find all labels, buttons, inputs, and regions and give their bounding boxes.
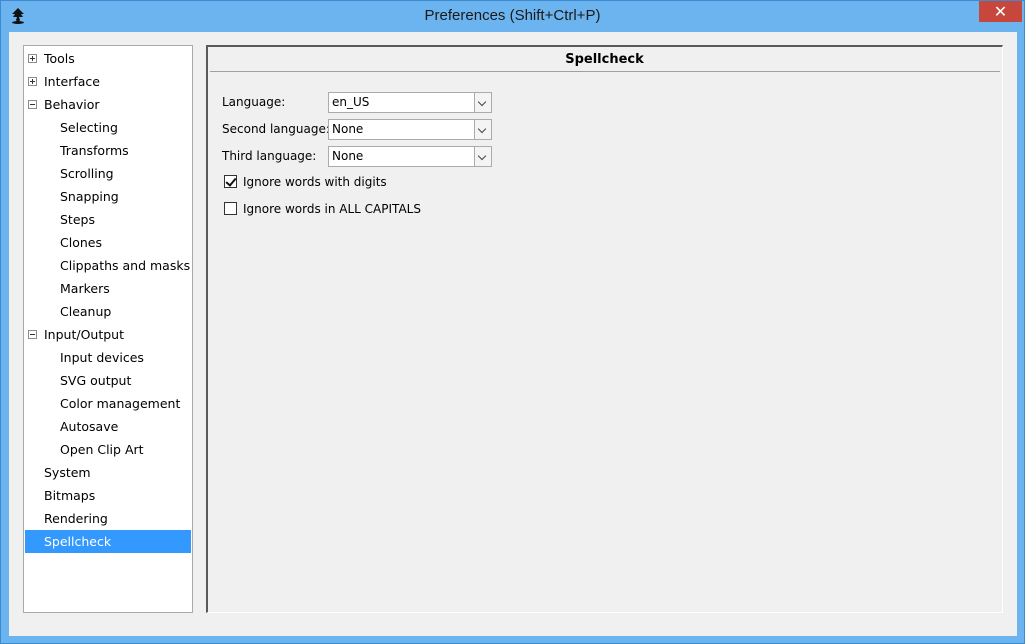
tree-item-autosave[interactable]: Autosave bbox=[60, 415, 118, 438]
tree-item-clones[interactable]: Clones bbox=[60, 231, 102, 254]
third-language-select[interactable]: None bbox=[328, 146, 492, 167]
close-button[interactable]: ✕ bbox=[979, 1, 1022, 22]
tree-item-tools[interactable]: Tools bbox=[44, 47, 75, 70]
second-language-select[interactable]: None bbox=[328, 119, 492, 140]
window-title: Preferences (Shift+Ctrl+P) bbox=[424, 7, 601, 24]
language-label: Language: bbox=[222, 95, 286, 109]
ignore-digits-checkbox[interactable] bbox=[224, 175, 237, 188]
preferences-window: Preferences (Shift+Ctrl+P) ✕ Tools Interf… bbox=[0, 0, 1025, 644]
tree-item-snapping[interactable]: Snapping bbox=[60, 185, 119, 208]
dialog-body: Tools Interface Behavior Selecting Transform… bbox=[9, 32, 1017, 636]
tree-item-behavior[interactable]: Behavior bbox=[44, 93, 100, 116]
ignore-caps-checkbox[interactable] bbox=[224, 202, 237, 215]
tree-item-clippaths-and-masks[interactable]: Clippaths and masks bbox=[60, 254, 190, 277]
ignore-digits-label[interactable]: Ignore words with digits bbox=[243, 173, 387, 191]
tree-item-scrolling[interactable]: Scrolling bbox=[60, 162, 114, 185]
tree-item-input-output[interactable]: Input/Output bbox=[44, 323, 124, 346]
panel-title: Spellcheck bbox=[565, 52, 644, 67]
third-language-label: Third language: bbox=[222, 149, 317, 163]
language-select[interactable]: en_US bbox=[328, 92, 492, 113]
expand-icon[interactable] bbox=[28, 77, 37, 86]
collapse-icon[interactable] bbox=[28, 330, 37, 339]
tree-item-bitmaps[interactable]: Bitmaps bbox=[44, 484, 95, 507]
tree-item-spellcheck[interactable]: Spellcheck bbox=[44, 530, 111, 553]
tree-item-input-devices[interactable]: Input devices bbox=[60, 346, 144, 369]
panel-divider bbox=[210, 71, 1000, 72]
tree-item-rendering[interactable]: Rendering bbox=[44, 507, 108, 530]
language-value: en_US bbox=[332, 95, 370, 109]
tree-item-steps[interactable]: Steps bbox=[60, 208, 95, 231]
third-language-value: None bbox=[332, 149, 364, 163]
settings-panel: Spellcheck Language: en_US Second langua… bbox=[206, 45, 1003, 613]
collapse-icon[interactable] bbox=[28, 100, 37, 109]
tree-item-color-management[interactable]: Color management bbox=[60, 392, 180, 415]
chevron-down-icon[interactable] bbox=[474, 93, 491, 112]
tree-item-cleanup[interactable]: Cleanup bbox=[60, 300, 111, 323]
ignore-caps-label[interactable]: Ignore words in ALL CAPITALS bbox=[243, 200, 421, 218]
tree-item-system[interactable]: System bbox=[44, 461, 91, 484]
close-icon: ✕ bbox=[993, 2, 1008, 21]
second-language-value: None bbox=[332, 122, 364, 136]
title-bar[interactable]: Preferences (Shift+Ctrl+P) ✕ bbox=[1, 1, 1024, 32]
tree-item-markers[interactable]: Markers bbox=[60, 277, 110, 300]
tree-item-selecting[interactable]: Selecting bbox=[60, 116, 118, 139]
tree-item-svg-output[interactable]: SVG output bbox=[60, 369, 131, 392]
tree-item-interface[interactable]: Interface bbox=[44, 70, 100, 93]
tree-item-transforms[interactable]: Transforms bbox=[60, 139, 129, 162]
tree-item-open-clip-art[interactable]: Open Clip Art bbox=[60, 438, 144, 461]
chevron-down-icon[interactable] bbox=[474, 120, 491, 139]
preferences-tree[interactable]: Tools Interface Behavior Selecting Transform… bbox=[23, 45, 193, 613]
second-language-label: Second language: bbox=[222, 122, 330, 136]
expand-icon[interactable] bbox=[28, 54, 37, 63]
chevron-down-icon[interactable] bbox=[474, 147, 491, 166]
